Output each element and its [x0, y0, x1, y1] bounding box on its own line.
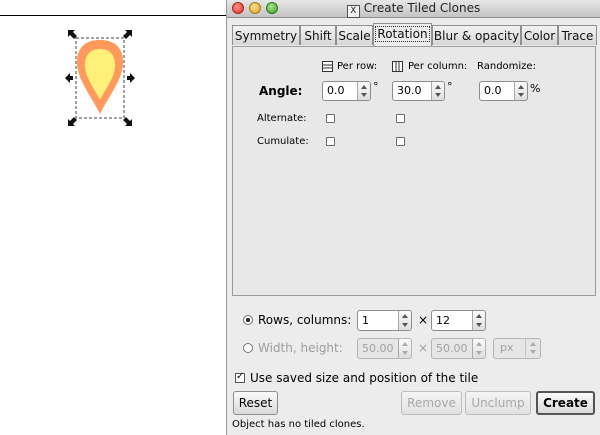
unclump-button[interactable]: Unclump: [465, 391, 531, 415]
dialog-title: Create Tiled Clones: [363, 1, 481, 15]
angle-per-column-spinbox[interactable]: 30.0: [392, 81, 445, 101]
create-button[interactable]: Create: [536, 391, 595, 415]
angle-randomize-spinbox[interactable]: 0.0: [479, 81, 528, 101]
rows-columns-radio[interactable]: [243, 315, 253, 325]
width-height-label: Width, height:: [258, 341, 343, 355]
dialog-titlebar: X Create Tiled Clones: [227, 0, 600, 18]
alternate-per-row-checkbox[interactable]: [326, 114, 335, 123]
status-text: Object has no tiled clones.: [232, 419, 365, 430]
width-value: 50.00: [362, 342, 394, 355]
height-value: 50.00: [436, 342, 468, 355]
remove-button[interactable]: Remove: [401, 391, 462, 415]
width-height-radio[interactable]: [243, 343, 253, 353]
rows-value: 1: [362, 314, 369, 327]
tab-scale[interactable]: Scale: [336, 25, 373, 45]
cumulate-label: Cumulate:: [257, 136, 309, 147]
randomize-label: Randomize:: [477, 61, 536, 72]
height-spinbox[interactable]: 50.00: [431, 338, 486, 359]
spin-arrows-icon[interactable]: [472, 339, 485, 358]
tab-rotation[interactable]: Rotation: [373, 23, 432, 46]
angle-per-row-spinbox[interactable]: 0.0: [322, 81, 371, 101]
cumulate-per-column-checkbox[interactable]: [396, 137, 405, 146]
per-column-label: Per column:: [408, 61, 468, 72]
alternate-label: Alternate:: [257, 113, 307, 124]
tab-symmetry[interactable]: Symmetry: [232, 25, 300, 45]
use-saved-label: Use saved size and position of the tile: [250, 371, 479, 385]
angle-per-column-value: 30.0: [397, 84, 422, 97]
per-row-label: Per row:: [337, 61, 378, 72]
spin-arrows-icon[interactable]: [431, 82, 444, 100]
times-symbol: ×: [418, 341, 429, 355]
alternate-per-column-checkbox[interactable]: [396, 114, 405, 123]
reset-button[interactable]: Reset: [233, 391, 278, 415]
tab-color[interactable]: Color: [521, 25, 558, 45]
cumulate-per-row-checkbox[interactable]: [326, 137, 335, 146]
spin-arrows-icon[interactable]: [514, 82, 527, 100]
x11-icon: X: [346, 5, 360, 18]
spin-arrows-icon[interactable]: [472, 311, 485, 330]
width-spinbox[interactable]: 50.00: [357, 338, 412, 359]
degree-unit: °: [447, 80, 453, 93]
columns-spinbox[interactable]: 12: [431, 310, 486, 331]
tab-shift[interactable]: Shift: [300, 25, 336, 45]
percent-unit: %: [530, 82, 541, 95]
use-saved-checkbox[interactable]: [235, 371, 245, 383]
selected-teardrop-shape[interactable]: [62, 28, 138, 128]
tiled-clones-dialog: X Create Tiled Clones Symmetry Shift Scal…: [226, 0, 600, 435]
handle-w-icon: [65, 73, 73, 83]
handle-se-icon: [123, 117, 132, 126]
tab-blur-opacity[interactable]: Blur & opacity: [432, 25, 521, 45]
page-border: [0, 15, 226, 16]
tab-trace[interactable]: Trace: [558, 25, 597, 45]
rows-columns-label: Rows, columns:: [258, 313, 352, 327]
angle-per-row-value: 0.0: [327, 84, 345, 97]
times-symbol: ×: [418, 313, 429, 327]
handle-ne-icon: [123, 30, 132, 39]
unit-selector[interactable]: px: [493, 338, 541, 359]
handle-e-icon: [127, 73, 135, 83]
drawing-canvas[interactable]: [0, 0, 226, 435]
columns-value: 12: [436, 314, 450, 327]
degree-unit: °: [373, 80, 379, 93]
per-row-icon: [322, 61, 333, 72]
spin-arrows-icon[interactable]: [398, 339, 411, 358]
angle-randomize-value: 0.0: [484, 84, 502, 97]
spin-arrows-icon[interactable]: [357, 82, 370, 100]
unit-value: px: [500, 341, 514, 354]
chevron-updown-icon: [525, 339, 540, 357]
angle-label: Angle:: [259, 84, 303, 98]
spin-arrows-icon[interactable]: [398, 311, 411, 330]
per-column-icon: [392, 61, 403, 72]
rows-spinbox[interactable]: 1: [357, 310, 412, 331]
rotation-panel: Per row: Per column: Randomize: Angle: 0…: [232, 46, 596, 296]
